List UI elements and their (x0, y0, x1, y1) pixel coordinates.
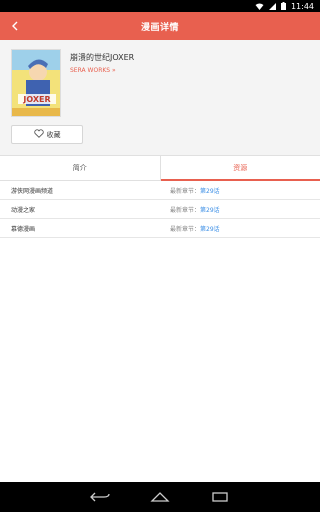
page-title: 漫画详情 (140, 22, 179, 33)
latest-chapter: 最新章节：第29话 (160, 205, 320, 214)
cover-logo-text: JOXER (22, 95, 50, 104)
battery-icon (280, 2, 286, 10)
source-name: 慕德漫画 (11, 225, 36, 233)
chapter-prefix: 最新章节： (170, 206, 201, 214)
source-row[interactable]: 游侠网漫画频道 最新章节：第29话 (0, 181, 320, 200)
chapter-link[interactable]: 第29话 (200, 207, 220, 214)
tab-intro[interactable]: 简介 (0, 156, 160, 180)
wifi-icon (255, 3, 264, 10)
source-row[interactable]: 动漫之家 最新章节：第29话 (0, 200, 320, 219)
home-nav-icon[interactable] (148, 487, 172, 507)
source-list: 游侠网漫画频道 最新章节：第29话 动漫之家 最新章节：第29话 慕德漫画 最新… (0, 181, 320, 238)
status-time: 11:44 (290, 1, 314, 11)
chapter-link[interactable]: 第29话 (200, 188, 220, 195)
back-nav-icon[interactable] (88, 487, 112, 507)
manga-header: JOXER 崩溃的世纪JOXER SERA WORKS » 收藏 (0, 40, 320, 155)
manga-cover-image[interactable]: JOXER (11, 49, 61, 117)
source-name: 动漫之家 (11, 206, 36, 214)
detail-tabs: 简介 资源 (0, 155, 320, 181)
tab-sources[interactable]: 资源 (159, 156, 320, 181)
favorite-button[interactable]: 收藏 (11, 125, 83, 144)
chapter-prefix: 最新章节： (170, 187, 201, 195)
manga-author-link[interactable]: SERA WORKS » (70, 67, 116, 74)
favorite-label: 收藏 (46, 130, 61, 139)
source-name: 游侠网漫画频道 (11, 187, 54, 195)
source-row[interactable]: 慕德漫画 最新章节：第29话 (0, 219, 320, 238)
status-bar: 11:44 (0, 0, 320, 12)
recents-nav-icon[interactable] (208, 487, 232, 507)
latest-chapter: 最新章节：第29话 (160, 186, 320, 195)
chapter-link[interactable]: 第29话 (200, 226, 220, 233)
latest-chapter: 最新章节：第29话 (160, 224, 320, 233)
chapter-prefix: 最新章节： (170, 225, 201, 233)
manga-title: 崩溃的世纪JOXER (70, 53, 135, 62)
back-arrow-icon[interactable] (6, 12, 24, 40)
signal-icon (268, 2, 276, 10)
system-nav-bar (0, 482, 320, 512)
app-bar: 漫画详情 (0, 12, 320, 40)
heart-outline-icon (33, 129, 44, 140)
